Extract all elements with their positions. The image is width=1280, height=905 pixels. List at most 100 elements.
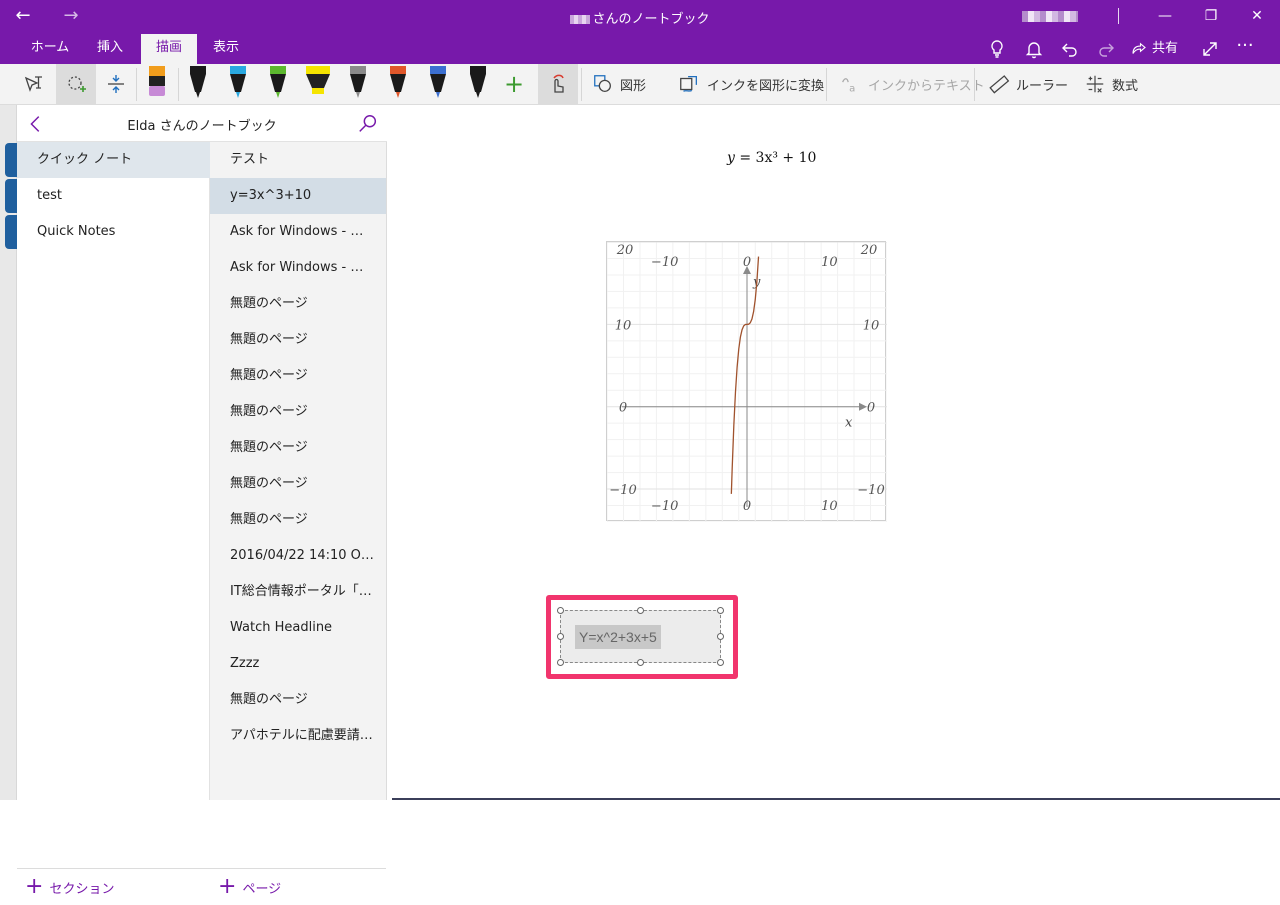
- galaxy-pen-icon[interactable]: [420, 64, 456, 104]
- y-tick-label: 10: [615, 318, 632, 333]
- expand-icon[interactable]: [1198, 37, 1222, 61]
- window-title: さんのノートブック: [0, 8, 1280, 27]
- shapes-icon: [594, 75, 611, 92]
- text-select-icon[interactable]: [22, 64, 50, 104]
- section-color-tab[interactable]: [5, 179, 17, 213]
- tab-home[interactable]: ホーム: [24, 34, 76, 64]
- add-space-icon[interactable]: [104, 64, 128, 104]
- black-pen-2-icon[interactable]: [460, 64, 496, 104]
- eraser-icon[interactable]: [140, 64, 176, 104]
- divider: [136, 68, 137, 101]
- page-item[interactable]: Ask for Windows - Win...: [210, 214, 386, 250]
- resize-handle[interactable]: [717, 607, 724, 614]
- lasso-select-icon[interactable]: [56, 64, 96, 104]
- page-item[interactable]: 無題のページ: [210, 466, 386, 502]
- resize-handle[interactable]: [557, 633, 564, 640]
- ink-text-box[interactable]: Y=x^2+3x+5: [557, 607, 724, 666]
- page-item[interactable]: Watch Headline: [210, 610, 386, 646]
- black-pen-icon[interactable]: [180, 64, 216, 104]
- divider: [178, 68, 179, 101]
- section-item-test[interactable]: test: [17, 178, 210, 214]
- resize-handle[interactable]: [637, 659, 644, 666]
- shapes-button[interactable]: 図形: [592, 64, 646, 104]
- ruler-button[interactable]: ルーラー: [988, 64, 1068, 104]
- tab-view[interactable]: 表示: [204, 34, 248, 64]
- resize-handle[interactable]: [717, 633, 724, 640]
- y-tick-label: 0: [619, 401, 627, 416]
- tab-draw[interactable]: 描画: [141, 34, 197, 64]
- share-button[interactable]: 共有: [1130, 34, 1184, 64]
- minimize-button[interactable]: —: [1142, 0, 1188, 34]
- undo-icon[interactable]: [1058, 37, 1082, 61]
- rainbow-pen-icon[interactable]: [380, 64, 416, 104]
- page-item[interactable]: 無題のページ: [210, 682, 386, 718]
- page-item[interactable]: アパホテルに配慮要請＝...: [210, 718, 386, 754]
- resize-handle[interactable]: [557, 659, 564, 666]
- x-tick-label: −10: [651, 499, 678, 514]
- resize-handle[interactable]: [637, 607, 644, 614]
- section-color-tab[interactable]: [5, 143, 17, 177]
- account-avatar[interactable]: [1022, 11, 1078, 22]
- function-graph[interactable]: x y −10 −10 0 0 10 10 −10 −10 0 0 10 10 20 20: [606, 241, 888, 523]
- section-color-rail: [0, 105, 17, 800]
- section-color-tab[interactable]: [5, 215, 17, 249]
- page-item[interactable]: 無題のページ: [210, 322, 386, 358]
- section-item-quick-note[interactable]: クイック ノート: [17, 142, 210, 178]
- function-curve: [730, 256, 760, 494]
- divider: [1118, 8, 1119, 24]
- page-item[interactable]: 無題のページ: [210, 358, 386, 394]
- add-pen-icon[interactable]: +: [504, 64, 530, 104]
- add-section-button[interactable]: + セクション: [17, 868, 210, 905]
- lightbulb-icon[interactable]: [985, 37, 1009, 61]
- restore-button[interactable]: ❐: [1188, 0, 1234, 34]
- math-button[interactable]: 数式: [1084, 64, 1138, 104]
- notebook-header: Elda さんのノートブック: [17, 105, 387, 142]
- page-item[interactable]: 無題のページ: [210, 430, 386, 466]
- notebook-title[interactable]: Elda さんのノートブック: [17, 115, 387, 134]
- ink-text[interactable]: Y=x^2+3x+5: [575, 625, 661, 649]
- section-item-quick-notes[interactable]: Quick Notes: [17, 214, 210, 250]
- math-icon: [1086, 75, 1104, 93]
- ribbon-tabs: ホーム 挿入 描画 表示 共有 ···: [0, 34, 1280, 64]
- search-icon[interactable]: [357, 113, 379, 135]
- add-section-label: セクション: [49, 881, 115, 897]
- add-page-label: ページ: [242, 881, 282, 897]
- tab-insert[interactable]: 挿入: [86, 34, 134, 64]
- gray-pen-icon[interactable]: [340, 64, 376, 104]
- page-item[interactable]: Ask for Windows - Win...: [210, 250, 386, 286]
- share-icon: [1132, 42, 1146, 54]
- section-list: クイック ノート test Quick Notes + セクション: [17, 105, 210, 898]
- touch-draw-icon[interactable]: [538, 64, 578, 104]
- formula[interactable]: y = 3x³ + 10: [727, 150, 816, 166]
- x-axis-arrow: [859, 402, 867, 411]
- divider: [974, 68, 975, 101]
- bell-icon[interactable]: [1022, 37, 1046, 61]
- page-item[interactable]: 無題のページ: [210, 286, 386, 322]
- green-pen-icon[interactable]: [260, 64, 296, 104]
- close-button[interactable]: ✕: [1234, 0, 1280, 34]
- page-item[interactable]: 無題のページ: [210, 394, 386, 430]
- graph-svg: xy−10−10001010−10 −100 010 1020 20: [606, 241, 888, 523]
- y-tick-label: 20: [616, 243, 634, 258]
- page-list: テスト y=3x^3+10 Ask for Windows - Win... Ask …: [210, 105, 387, 898]
- more-options-icon[interactable]: ···: [1233, 37, 1257, 61]
- ink-to-shape-button[interactable]: インクを図形に変換: [677, 64, 824, 104]
- page-item[interactable]: IT総合情報ポータル「ITm...: [210, 574, 386, 610]
- page-item[interactable]: 無題のページ: [210, 502, 386, 538]
- add-page-button[interactable]: + ページ: [210, 868, 386, 905]
- page-item[interactable]: y=3x^3+10: [210, 178, 386, 214]
- cyan-pen-icon[interactable]: [220, 64, 256, 104]
- redo-icon[interactable]: [1094, 37, 1118, 61]
- title-bar: ← → さんのノートブック — ❐ ✕: [0, 0, 1280, 34]
- yellow-highlighter-icon[interactable]: [300, 64, 336, 104]
- math-label: 数式: [1112, 78, 1139, 94]
- ink-to-text-icon: a: [842, 78, 855, 94]
- page-item[interactable]: 2016/04/22 14:10 Offic...: [210, 538, 386, 574]
- ink-to-text-button[interactable]: a インクからテキスト: [838, 64, 985, 104]
- page-item[interactable]: Zzzz: [210, 646, 386, 682]
- plus-icon: +: [25, 874, 44, 899]
- resize-handle[interactable]: [557, 607, 564, 614]
- resize-handle[interactable]: [717, 659, 724, 666]
- page-item[interactable]: テスト: [210, 142, 386, 178]
- formula-rhs: = 3x³ + 10: [734, 150, 817, 166]
